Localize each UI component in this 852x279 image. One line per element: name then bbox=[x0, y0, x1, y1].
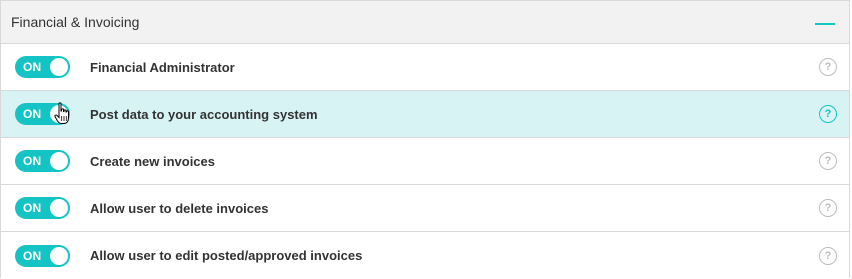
toggle-switch[interactable]: ON bbox=[15, 197, 70, 219]
financial-invoicing-panel: Financial & Invoicing ON Financial Admin… bbox=[0, 0, 850, 278]
permission-row-edit-posted-invoices: ON Allow user to edit posted/approved in… bbox=[1, 232, 849, 279]
minus-icon[interactable] bbox=[815, 23, 835, 25]
toggle-knob bbox=[50, 199, 68, 217]
permission-row-financial-administrator: ON Financial Administrator ? bbox=[1, 44, 849, 91]
permission-label: Allow user to edit posted/approved invoi… bbox=[90, 248, 363, 263]
permission-label: Allow user to delete invoices bbox=[90, 200, 269, 216]
section-header[interactable]: Financial & Invoicing bbox=[1, 1, 849, 44]
section-title: Financial & Invoicing bbox=[11, 14, 140, 30]
toggle-knob bbox=[50, 246, 68, 265]
toggle-state-label: ON bbox=[23, 154, 42, 168]
toggle-state-label: ON bbox=[23, 248, 42, 263]
toggle-switch[interactable]: ON bbox=[15, 56, 70, 78]
toggle-state-label: ON bbox=[23, 60, 42, 74]
question-circle-icon[interactable]: ? bbox=[819, 105, 837, 123]
toggle-state-label: ON bbox=[23, 201, 42, 215]
question-circle-icon[interactable]: ? bbox=[819, 152, 837, 170]
toggle-switch[interactable]: ON bbox=[15, 244, 70, 267]
question-circle-icon[interactable]: ? bbox=[819, 199, 837, 217]
permission-row-post-data: ON Post data to your accounting system ? bbox=[1, 91, 849, 138]
permission-label: Financial Administrator bbox=[90, 59, 235, 75]
permission-label: Create new invoices bbox=[90, 153, 215, 169]
permission-row-delete-invoices: ON Allow user to delete invoices ? bbox=[1, 185, 849, 232]
question-circle-icon[interactable]: ? bbox=[819, 246, 837, 265]
hand-pointer-icon bbox=[54, 102, 69, 124]
toggle-state-label: ON bbox=[23, 107, 42, 121]
permission-label: Post data to your accounting system bbox=[90, 106, 318, 122]
toggle-switch[interactable]: ON bbox=[15, 150, 70, 172]
question-circle-icon[interactable]: ? bbox=[819, 58, 837, 76]
permission-row-create-invoices: ON Create new invoices ? bbox=[1, 138, 849, 185]
toggle-knob bbox=[50, 58, 68, 76]
toggle-knob bbox=[50, 152, 68, 170]
